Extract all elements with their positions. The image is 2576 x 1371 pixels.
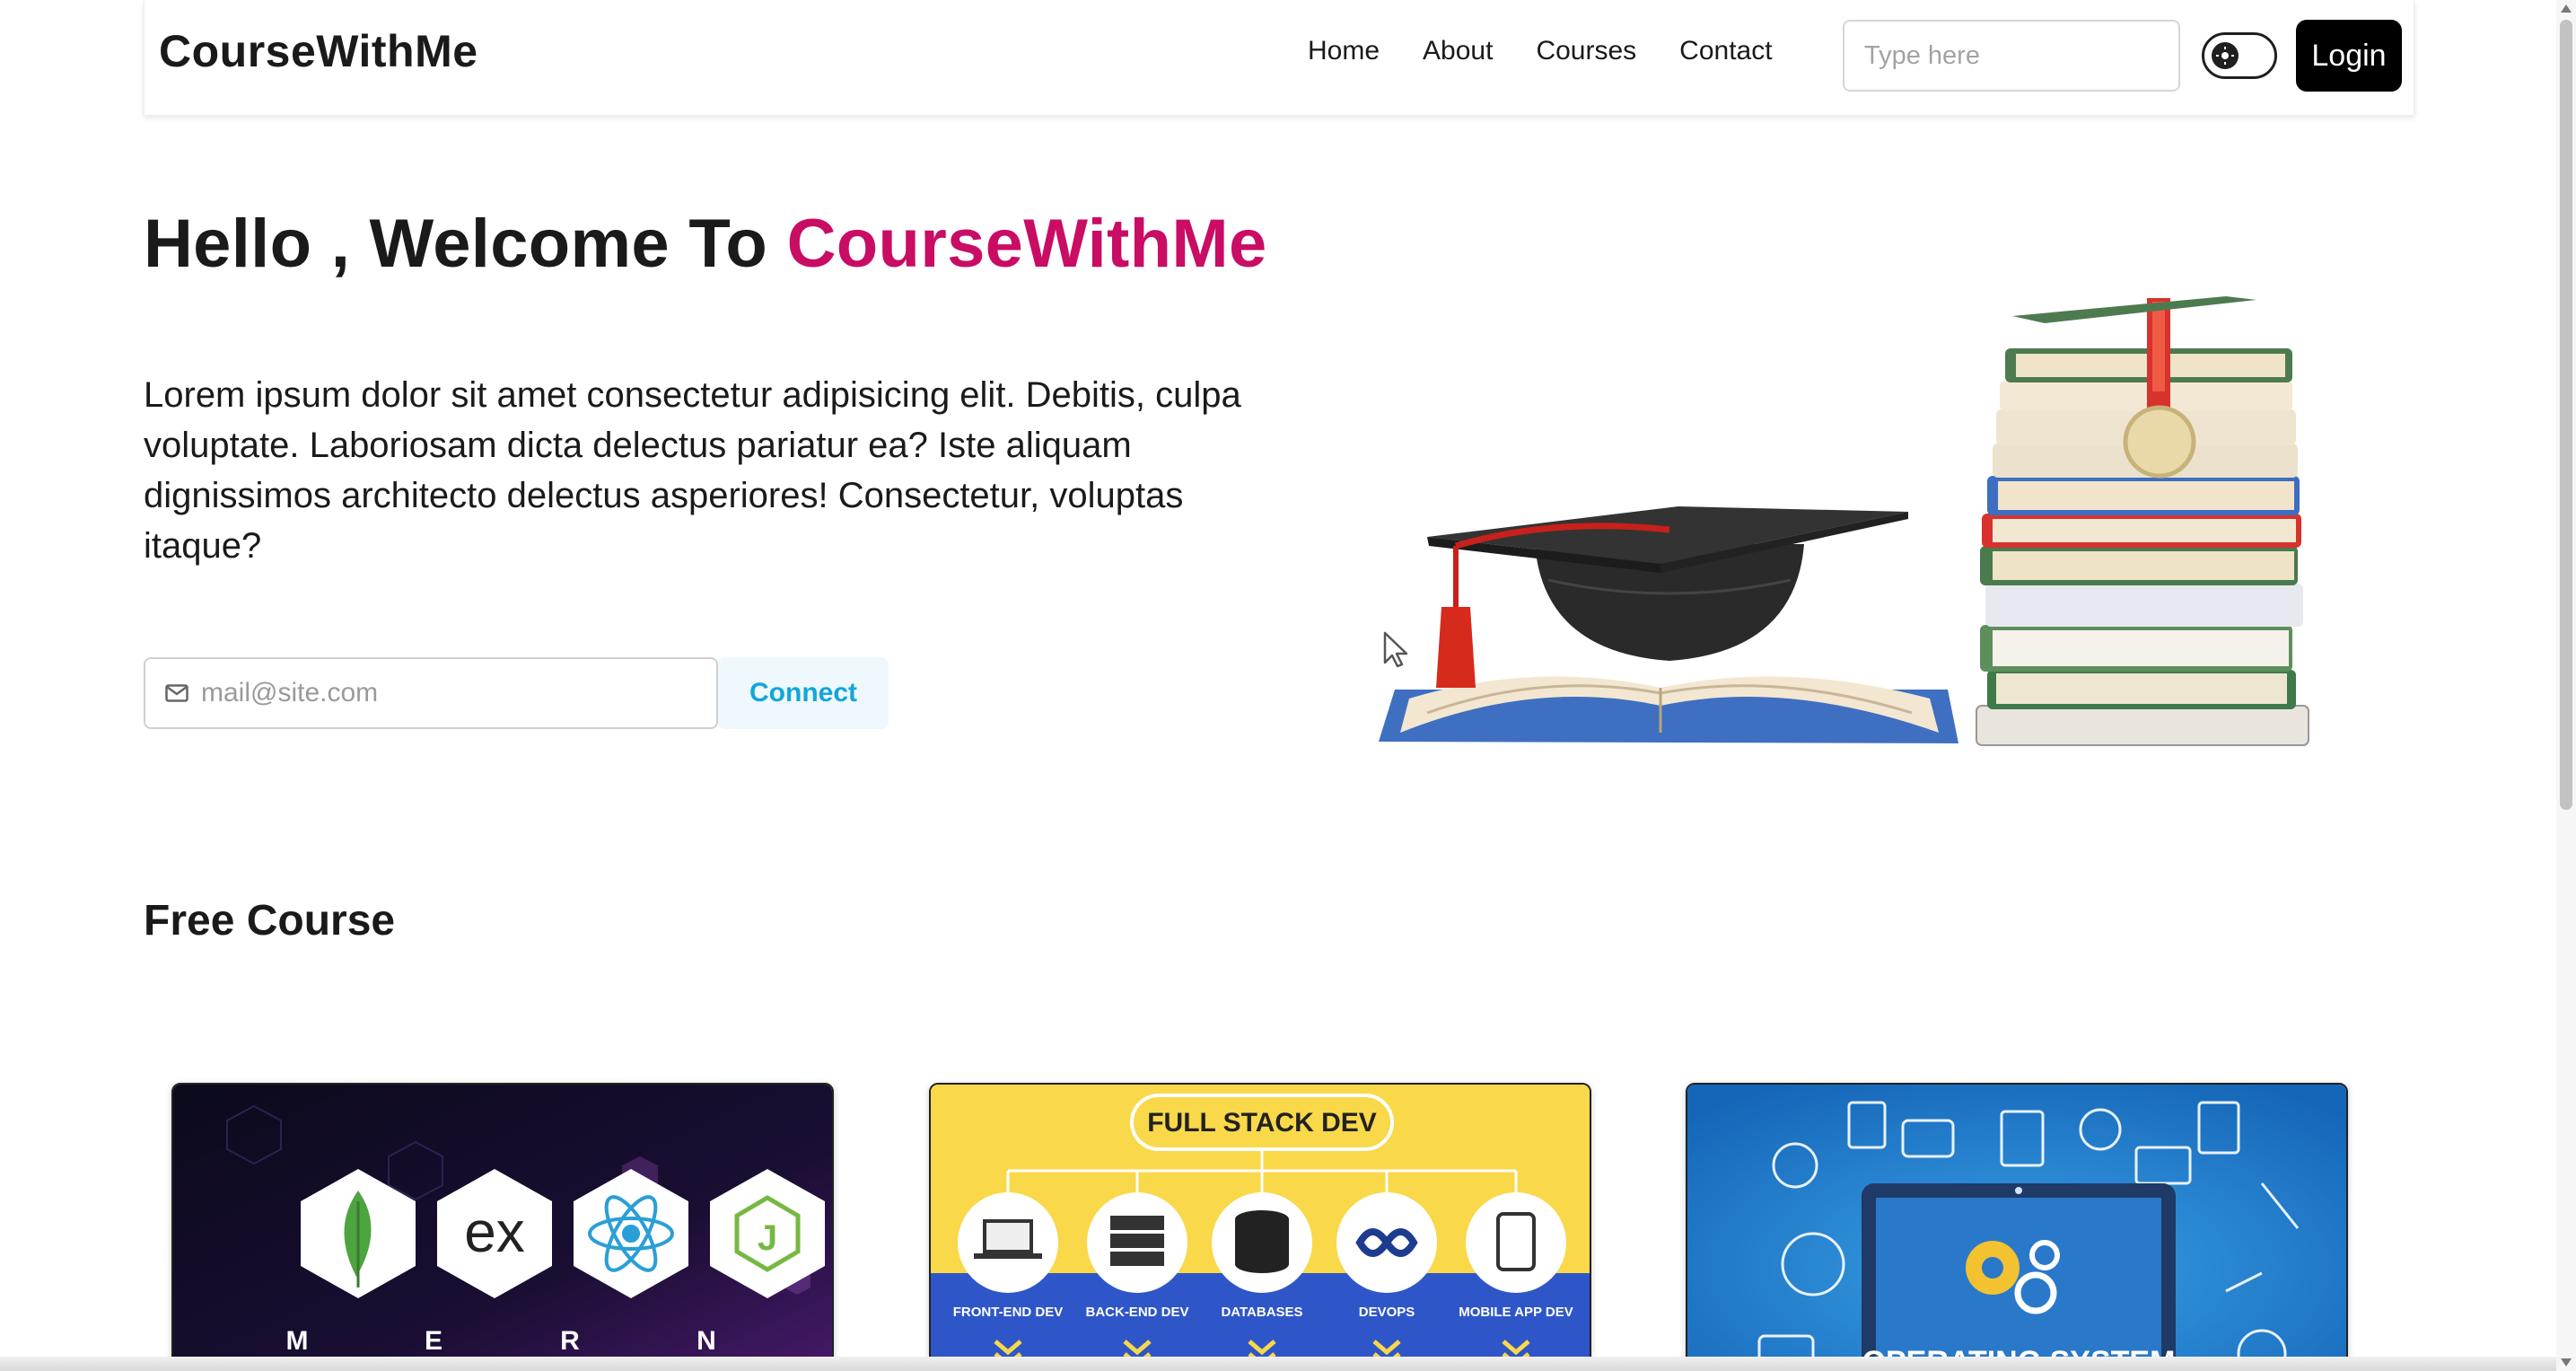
scroll-up-icon[interactable] bbox=[2561, 4, 2572, 13]
skill-devops: DEVOPS bbox=[1359, 1305, 1415, 1320]
mail-icon bbox=[165, 684, 188, 702]
skill-backend: BACK-END DEV bbox=[1085, 1305, 1188, 1320]
mern-letter-r: R bbox=[560, 1326, 580, 1356]
hero-title-prefix: Hello , Welcome To bbox=[144, 206, 787, 282]
skill-mobile: MOBILE APP DEV bbox=[1459, 1305, 1573, 1320]
section-title-free-course: Free Course bbox=[144, 897, 396, 945]
theme-toggle[interactable] bbox=[2202, 32, 2277, 79]
course-card-full-stack[interactable]: FULL STACK DEV FRONT-END DEV BACK-END DE… bbox=[929, 1083, 1591, 1371]
hero-paragraph: Lorem ipsum dolor sit amet consectetur a… bbox=[144, 375, 1241, 566]
cursor-icon bbox=[1383, 631, 1408, 668]
nav-link-courses[interactable]: Courses bbox=[1536, 36, 1636, 66]
mern-letter-e: E bbox=[425, 1326, 442, 1356]
hero-title: Hello , Welcome To CourseWithMe bbox=[144, 205, 1267, 283]
course-card-mern[interactable]: ex J M E R N bbox=[171, 1083, 834, 1371]
subscribe-form: Connect bbox=[144, 657, 889, 729]
mern-letter-n: N bbox=[697, 1326, 716, 1356]
scrollbar-thumb[interactable] bbox=[2560, 20, 2572, 810]
full-stack-image: FULL STACK DEV FRONT-END DEV BACK-END DE… bbox=[931, 1085, 1590, 1371]
nav-link-contact[interactable]: Contact bbox=[1679, 36, 1772, 66]
horizontal-scrollbar[interactable] bbox=[0, 1357, 2556, 1371]
nav-link-home[interactable]: Home bbox=[1308, 36, 1380, 66]
full-stack-banner: FULL STACK DEV bbox=[1147, 1108, 1377, 1138]
mern-letter-m: M bbox=[286, 1326, 309, 1356]
express-label: ex bbox=[464, 1200, 525, 1264]
svg-text:J: J bbox=[758, 1218, 777, 1258]
email-input[interactable] bbox=[201, 678, 704, 708]
mern-stack-image: ex J M E R N bbox=[173, 1085, 832, 1371]
skill-frontend: FRONT-END DEV bbox=[953, 1305, 1064, 1320]
skill-databases: DATABASES bbox=[1221, 1305, 1302, 1320]
search-input[interactable] bbox=[1843, 20, 2180, 92]
navbar: CourseWithMe Home About Courses Contact … bbox=[144, 0, 2414, 115]
nav-links: Home About Courses Contact bbox=[1308, 36, 1816, 66]
scroll-down-icon[interactable] bbox=[2561, 1358, 2572, 1367]
operating-system-image: OPERATING SYSTEM bbox=[1687, 1085, 2346, 1371]
course-card-operating-system[interactable]: OPERATING SYSTEM bbox=[1686, 1083, 2348, 1371]
email-field-wrapper[interactable] bbox=[144, 657, 718, 729]
brand-logo[interactable]: CourseWithMe bbox=[159, 25, 478, 77]
vertical-scrollbar[interactable] bbox=[2556, 0, 2576, 1371]
login-button[interactable]: Login bbox=[2296, 20, 2402, 92]
nav-link-about[interactable]: About bbox=[1423, 36, 1493, 66]
hero-title-accent: CourseWithMe bbox=[786, 206, 1267, 282]
graduation-books-illustration bbox=[1379, 296, 2309, 746]
connect-button[interactable]: Connect bbox=[718, 657, 889, 729]
sun-icon bbox=[2212, 42, 2239, 69]
